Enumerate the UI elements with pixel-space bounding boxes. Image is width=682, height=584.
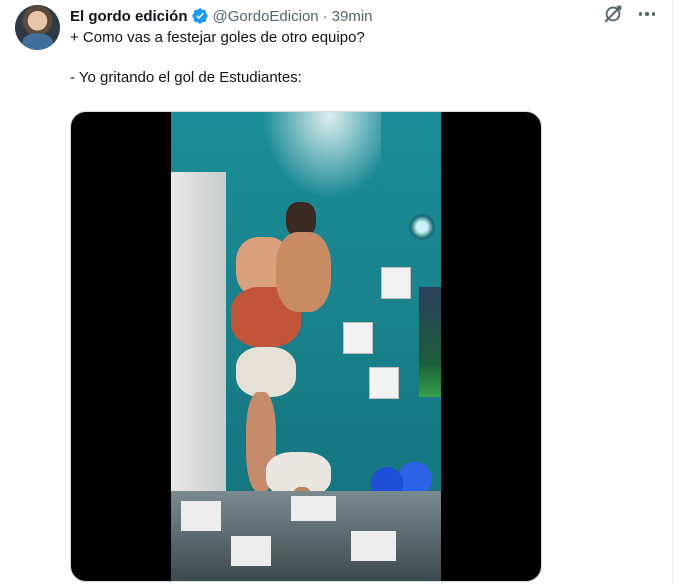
tweet-line-2: - Yo gritando el gol de Estudiantes: (70, 69, 302, 86)
wall-shelf (381, 267, 411, 299)
tweet[interactable]: El gordo edición @GordoEdicion · 39min +… (0, 0, 672, 584)
floor (171, 491, 441, 581)
tweet-line-1: + Como vas a festejar goles de otro equi… (70, 29, 365, 46)
verified-badge-icon (191, 8, 208, 24)
video-frame[interactable] (171, 112, 441, 581)
right-border (672, 0, 682, 584)
tweet-header: El gordo edición @GordoEdicion · 39min (70, 6, 373, 26)
tweet-text: + Como vas a festejar goles de otro equi… (70, 28, 650, 88)
ceiling-light (251, 112, 381, 212)
avatar[interactable] (15, 5, 60, 50)
wall-lamp (409, 214, 435, 240)
person-figure (266, 202, 346, 522)
tweet-actions (602, 3, 672, 25)
tv-screen (419, 287, 441, 397)
dot-separator: · (322, 7, 328, 25)
left-wall (171, 172, 226, 512)
wall-shelf (369, 367, 399, 399)
author-handle[interactable]: @GordoEdicion (213, 8, 319, 25)
tweet-timestamp[interactable]: 39min (332, 8, 373, 25)
grok-icon[interactable] (602, 3, 624, 25)
wall-shelf (343, 322, 373, 354)
more-options-icon[interactable] (636, 3, 658, 25)
avatar-body (22, 33, 53, 50)
video-media[interactable] (70, 111, 542, 582)
author-name[interactable]: El gordo edición (70, 8, 188, 25)
